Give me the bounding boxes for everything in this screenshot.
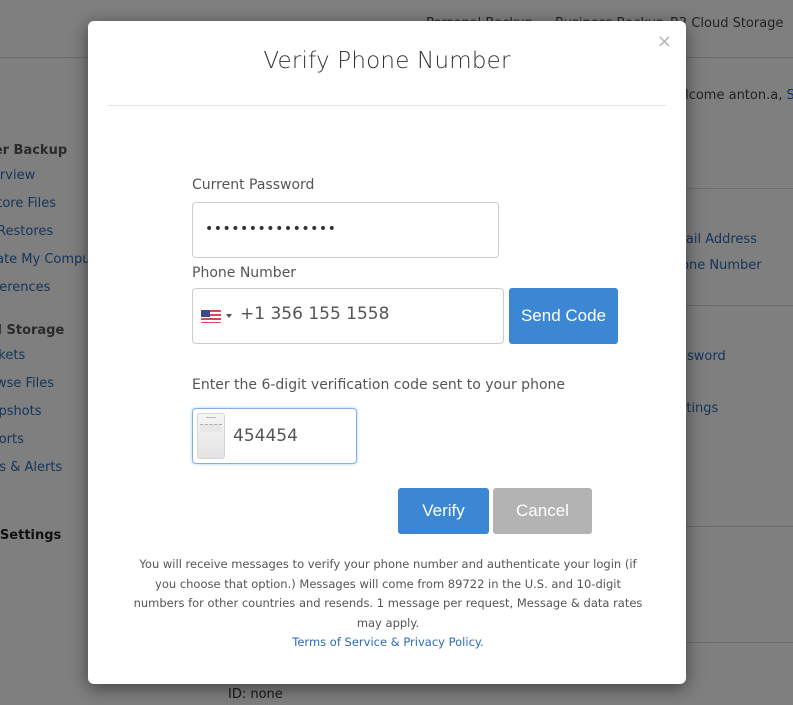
terms-of-service-link[interactable]: Terms of Service	[292, 635, 387, 649]
us-flag-icon[interactable]	[201, 310, 221, 323]
phone-number-input[interactable]: +1 356 155 1558	[192, 288, 504, 344]
verification-code-label: Enter the 6-digit verification code sent…	[192, 377, 565, 393]
verification-code-input[interactable]: 454454	[192, 408, 357, 464]
mobile-phone-icon	[197, 413, 225, 459]
password-masked-value: •••••••••••••••	[205, 221, 337, 237]
verification-code-value: 454454	[233, 426, 298, 446]
country-dropdown-caret-icon[interactable]	[226, 314, 232, 318]
verify-phone-modal: Verify Phone Number × Current Password •…	[88, 21, 686, 684]
send-code-button[interactable]: Send Code	[509, 288, 618, 344]
privacy-policy-link[interactable]: Privacy Policy	[403, 635, 480, 649]
sms-disclaimer: You will receive messages to verify your…	[128, 555, 648, 653]
modal-title: Verify Phone Number	[263, 48, 511, 74]
current-password-input[interactable]: •••••••••••••••	[192, 202, 499, 258]
verify-button[interactable]: Verify	[398, 488, 489, 534]
cancel-button[interactable]: Cancel	[493, 488, 592, 534]
current-password-label: Current Password	[192, 177, 315, 193]
modal-header: Verify Phone Number	[108, 21, 666, 106]
phone-number-value: +1 356 155 1558	[240, 304, 390, 324]
close-icon[interactable]: ×	[657, 33, 672, 51]
phone-number-label: Phone Number	[192, 265, 297, 281]
link-separator: &	[387, 635, 404, 649]
disclaimer-text: You will receive messages to verify your…	[133, 557, 643, 630]
disclaimer-period: .	[480, 635, 484, 649]
